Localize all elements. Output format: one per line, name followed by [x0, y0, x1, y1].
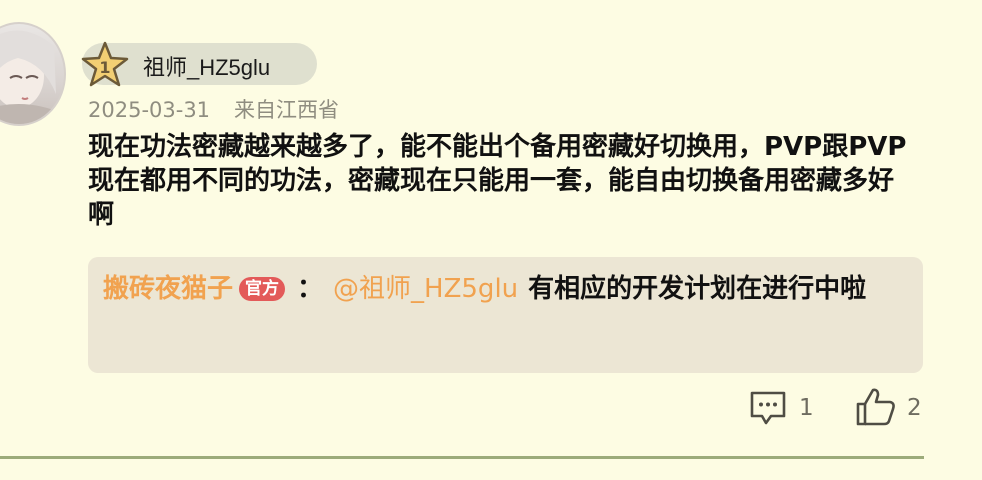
thumbs-up-icon[interactable]: [855, 386, 897, 428]
reply-separator: ：: [297, 274, 324, 304]
official-badge: 官方: [239, 277, 286, 301]
post-date: 2025-03-31: [88, 98, 211, 122]
comment-count: 1: [799, 395, 814, 421]
post-location: 来自江西省: [234, 98, 340, 122]
official-reply-box[interactable]: 搬砖夜猫子 官方 ： @祖师_HZ5glu 有相应的开发计划在进行中啦: [88, 257, 923, 373]
divider: [0, 456, 924, 459]
reply-text: 有相应的开发计划在进行中啦: [528, 274, 867, 304]
reply-content: 搬砖夜猫子 官方 ： @祖师_HZ5glu 有相应的开发计划在进行中啦: [103, 271, 903, 307]
like-count: 2: [907, 395, 922, 421]
avatar[interactable]: [0, 22, 66, 126]
reply-author[interactable]: 搬砖夜猫子: [103, 274, 233, 304]
comment-text: 现在功法密藏越来越多了，能不能出个备用密藏好切换用，PVP跟PVP现在都用不同的…: [88, 132, 907, 230]
level-number: 1: [99, 58, 110, 77]
post-meta: 2025-03-31 来自江西省: [88, 94, 339, 124]
comment-icon[interactable]: [748, 388, 788, 428]
username[interactable]: 祖师_HZ5glu: [143, 50, 270, 82]
reply-mention[interactable]: @祖师_HZ5glu: [333, 274, 518, 304]
level-star-icon: 1: [81, 41, 129, 87]
